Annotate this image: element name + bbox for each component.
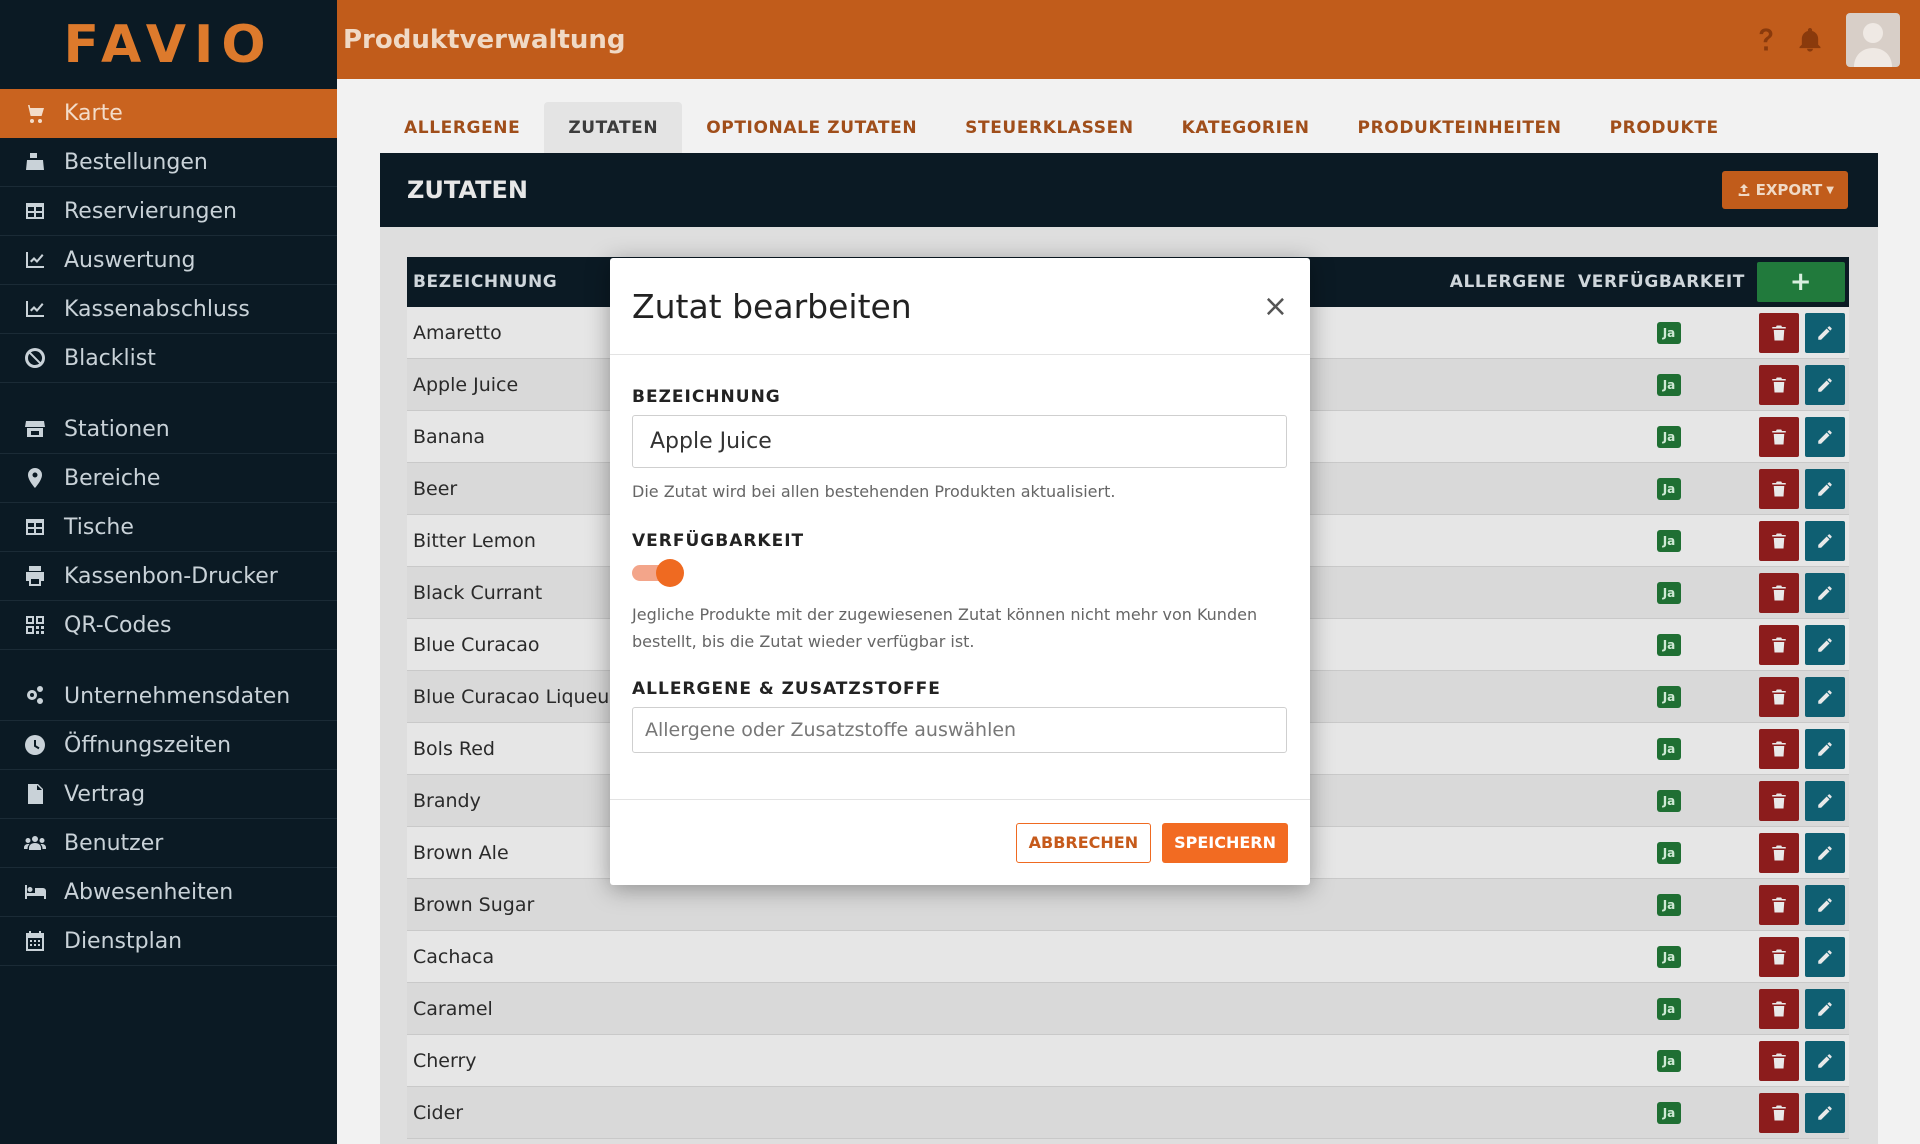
toggle-knob: [656, 559, 684, 587]
cancel-button[interactable]: ABBRECHEN: [1015, 822, 1152, 863]
modal-footer: ABBRECHEN SPEICHERN: [610, 799, 1310, 885]
modal-title: Zutat bearbeiten: [632, 286, 912, 326]
allergens-select[interactable]: Allergene oder Zusatzstoffe auswählen: [632, 707, 1287, 753]
name-input[interactable]: [632, 415, 1287, 468]
close-icon[interactable]: ×: [1263, 289, 1288, 324]
availability-hint: Jegliche Produkte mit der zugewiesenen Z…: [632, 605, 1258, 651]
modal-header: Zutat bearbeiten ×: [610, 258, 1310, 355]
availability-label: VERFÜGBARKEIT: [632, 531, 805, 551]
availability-toggle[interactable]: [632, 559, 684, 587]
modal-body: BEZEICHNUNG Die Zutat wird bei allen bes…: [610, 387, 1310, 753]
name-hint: Die Zutat wird bei allen bestehenden Pro…: [632, 482, 1116, 501]
edit-ingredient-modal: Zutat bearbeiten × BEZEICHNUNG Die Zutat…: [610, 258, 1310, 885]
allergens-label: ALLERGENE & ZUSATZSTOFFE: [632, 679, 941, 699]
save-button[interactable]: SPEICHERN: [1162, 822, 1288, 863]
name-label: BEZEICHNUNG: [632, 387, 781, 407]
